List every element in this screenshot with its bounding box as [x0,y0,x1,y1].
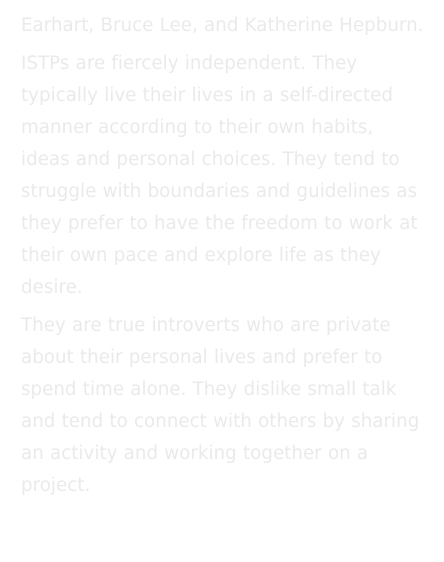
paragraph-independence: ISTPs are fiercely independent. They typ… [21,53,418,298]
paragraph-famous-istps: Earhart, Bruce Lee, and Katherine Hepbur… [21,15,424,36]
paragraph-introversion: They are true introverts who are private… [21,315,420,496]
document-page: Earhart, Bruce Lee, and Katherine Hepbur… [0,0,444,562]
